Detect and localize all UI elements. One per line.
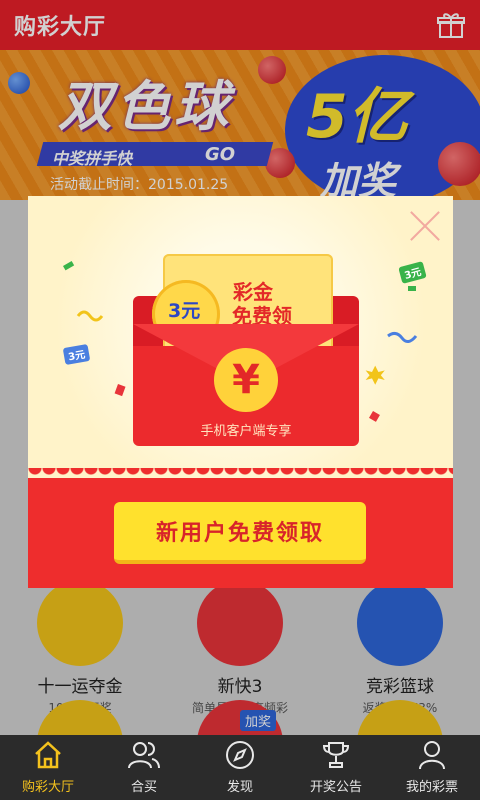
trophy-icon [318, 737, 354, 773]
nav-item-my-tickets[interactable]: 我的彩票 [384, 735, 480, 800]
coupon-amount: 3元 [168, 300, 201, 322]
nav-label: 购彩大厅 [21, 780, 74, 795]
new-user-gift-modal: 3元 3元 3元 彩金 免费领 ¥ 手机客户端专享 新用户免费领取 [28, 196, 453, 588]
nav-label: 合买 [130, 780, 157, 795]
compass-icon [222, 737, 258, 773]
nav-item-lobby[interactable]: 购彩大厅 [0, 735, 96, 800]
nav-item-results[interactable]: 开奖公告 [288, 735, 384, 800]
nav-label: 开奖公告 [309, 780, 362, 795]
bottom-navigation: 购彩大厅 合买 发现 开奖公告 我的彩票 [0, 735, 480, 800]
user-icon [414, 737, 450, 773]
nav-item-group-buy[interactable]: 合买 [96, 735, 192, 800]
nav-label: 发现 [226, 780, 253, 795]
exclusive-label: 手机客户端专享 [200, 424, 292, 439]
group-icon [126, 737, 162, 773]
yuan-icon: ¥ [214, 348, 278, 412]
claim-free-button[interactable]: 新用户免费领取 [114, 502, 366, 564]
nav-item-discover[interactable]: 发现 [192, 735, 288, 800]
home-icon [30, 737, 66, 773]
nav-label: 我的彩票 [405, 780, 458, 795]
